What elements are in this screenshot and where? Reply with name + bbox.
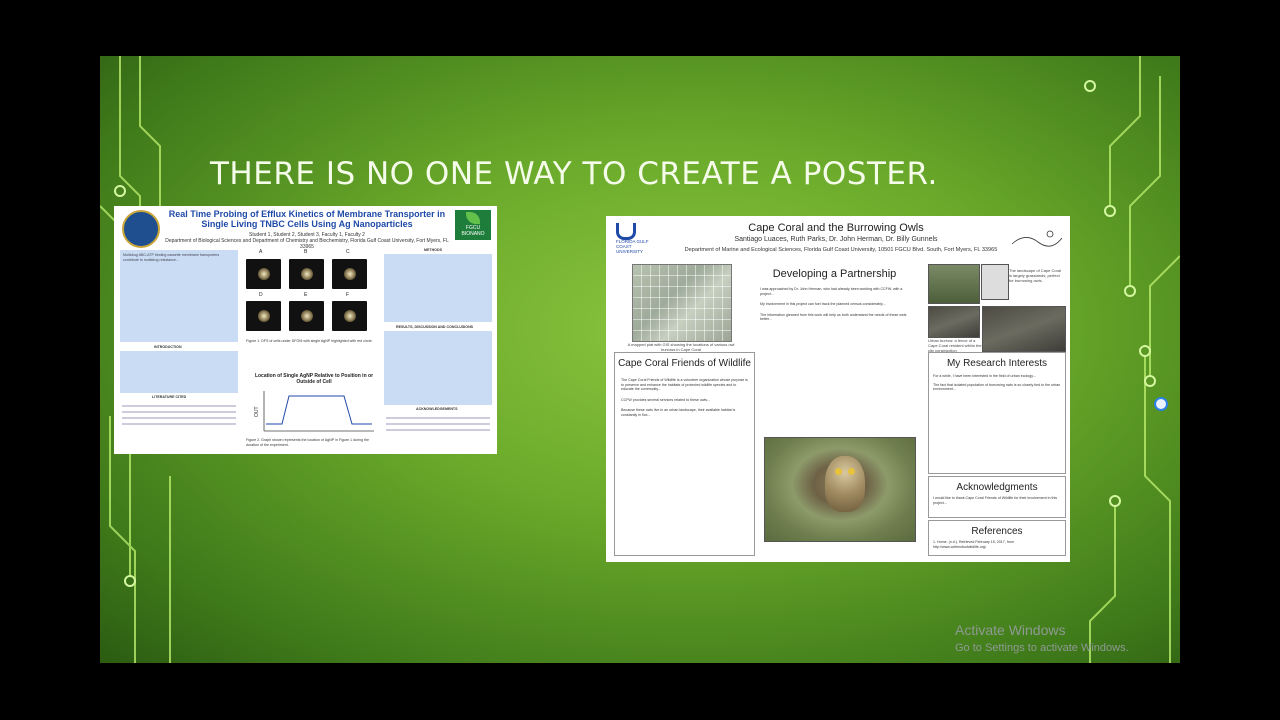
abstract-block: Multidrug ABC-ATP binding cassette membr… xyxy=(120,250,238,342)
friends-section: Cape Coral Friends of Wildlife The Cape … xyxy=(614,352,755,556)
photo-caption: Urban burrow: a fence of a Cape Coral re… xyxy=(928,338,982,353)
burrow-map-image xyxy=(632,264,732,342)
research-section: My Research Interests For a while, I hav… xyxy=(928,352,1066,474)
urban-burrow-photo xyxy=(928,306,980,338)
section-results: RESULTS, DISCUSSION AND CONCLUSIONS xyxy=(396,325,474,329)
side-caption: The landscape of Cape Coral is largely g… xyxy=(1009,268,1062,283)
poster-authors: Santiago Luaces, Ruth Parks, Dr. John He… xyxy=(734,236,938,243)
reference-item: 1. Home. (n.d.). Retrieved February 15, … xyxy=(933,540,1014,549)
section-literature: LITERATURE CITED xyxy=(152,395,187,399)
university-logo-icon xyxy=(616,223,636,240)
section-heading: Cape Coral Friends of Wildlife xyxy=(618,358,751,369)
fgcu-logo: FLORIDA GULF COAST UNIVERSITY xyxy=(616,223,652,254)
cursor-ring-icon xyxy=(1154,397,1168,411)
panel-label: A xyxy=(259,249,263,255)
figure1-caption: Figure 1. DFS of cells under DFOM with s… xyxy=(246,339,373,343)
poster-title: Cape Coral and the Burrowing Owls xyxy=(748,222,924,234)
panel-label: D xyxy=(259,292,263,298)
microscopy-image xyxy=(332,259,367,289)
activate-windows-subtitle: Go to Settings to activate Windows. xyxy=(955,642,1129,654)
poster-header: Real Time Probing of Efflux Kinetics of … xyxy=(114,206,497,250)
poster-burrowing-owls: FLORIDA GULF COAST UNIVERSITY Cape Coral… xyxy=(606,216,1070,562)
section-heading: Developing a Partnership xyxy=(772,268,897,280)
burrowing-owl-photo xyxy=(764,437,916,542)
chart-ylabel: OUT xyxy=(254,406,260,417)
landscape-photo xyxy=(928,264,980,304)
microscopy-image xyxy=(289,301,324,331)
panel-label: C xyxy=(346,249,350,255)
panel-label: E xyxy=(304,292,308,298)
microscopy-image xyxy=(246,259,281,289)
chart-title: Location of Single AgNP Relative to Posi… xyxy=(254,373,374,385)
section-heading: Acknowledgments xyxy=(956,482,1038,493)
presentation-slide: THERE IS NO ONE WAY TO CREATE A POSTER. … xyxy=(100,56,1180,663)
location-chart: OUT xyxy=(254,391,374,432)
activate-windows-title: Activate Windows xyxy=(955,622,1066,638)
references-section: References 1. Home. (n.d.). Retrieved Fe… xyxy=(928,520,1066,556)
poster-department: Department of Marine and Ecological Scie… xyxy=(684,247,998,253)
map-caption: A mapped plat with GIS showing the locat… xyxy=(627,342,735,352)
panel-label: B xyxy=(304,249,308,255)
figure2-caption: Figure 2. Graph shown represents the loc… xyxy=(246,438,369,447)
section-introduction: INTRODUCTION xyxy=(154,345,182,349)
slide-title: THERE IS NO ONE WAY TO CREATE A POSTER. xyxy=(210,156,938,192)
introduction-block xyxy=(120,351,238,393)
sign-photo xyxy=(981,264,1009,300)
poster-nanoparticles: Real Time Probing of Efflux Kinetics of … xyxy=(114,206,497,454)
section-heading: References xyxy=(971,526,1023,537)
panel-label: F xyxy=(346,292,350,298)
university-seal-icon xyxy=(122,210,160,248)
poster-title: Real Time Probing of Efflux Kinetics of … xyxy=(168,209,446,229)
microscopy-image xyxy=(332,301,367,331)
methods-block xyxy=(384,254,492,322)
section-heading: My Research Interests xyxy=(946,358,1048,369)
section-methods: METHODS xyxy=(424,248,442,252)
bionano-logo: FGCU BIONANO xyxy=(455,210,491,240)
leaf-icon xyxy=(466,212,480,224)
results-block xyxy=(384,331,492,405)
acknowledgments-section: Acknowledgments I would like to thank Ca… xyxy=(928,476,1066,518)
microscopy-image xyxy=(289,259,324,289)
acknowledgements-block xyxy=(384,413,492,447)
literature-block xyxy=(120,401,238,449)
owl-sketch-icon xyxy=(1011,230,1063,247)
microscopy-image xyxy=(246,301,281,331)
section-acknowledgements: ACKNOWLEDGEMENTS xyxy=(416,407,458,411)
construction-photo xyxy=(982,306,1066,352)
